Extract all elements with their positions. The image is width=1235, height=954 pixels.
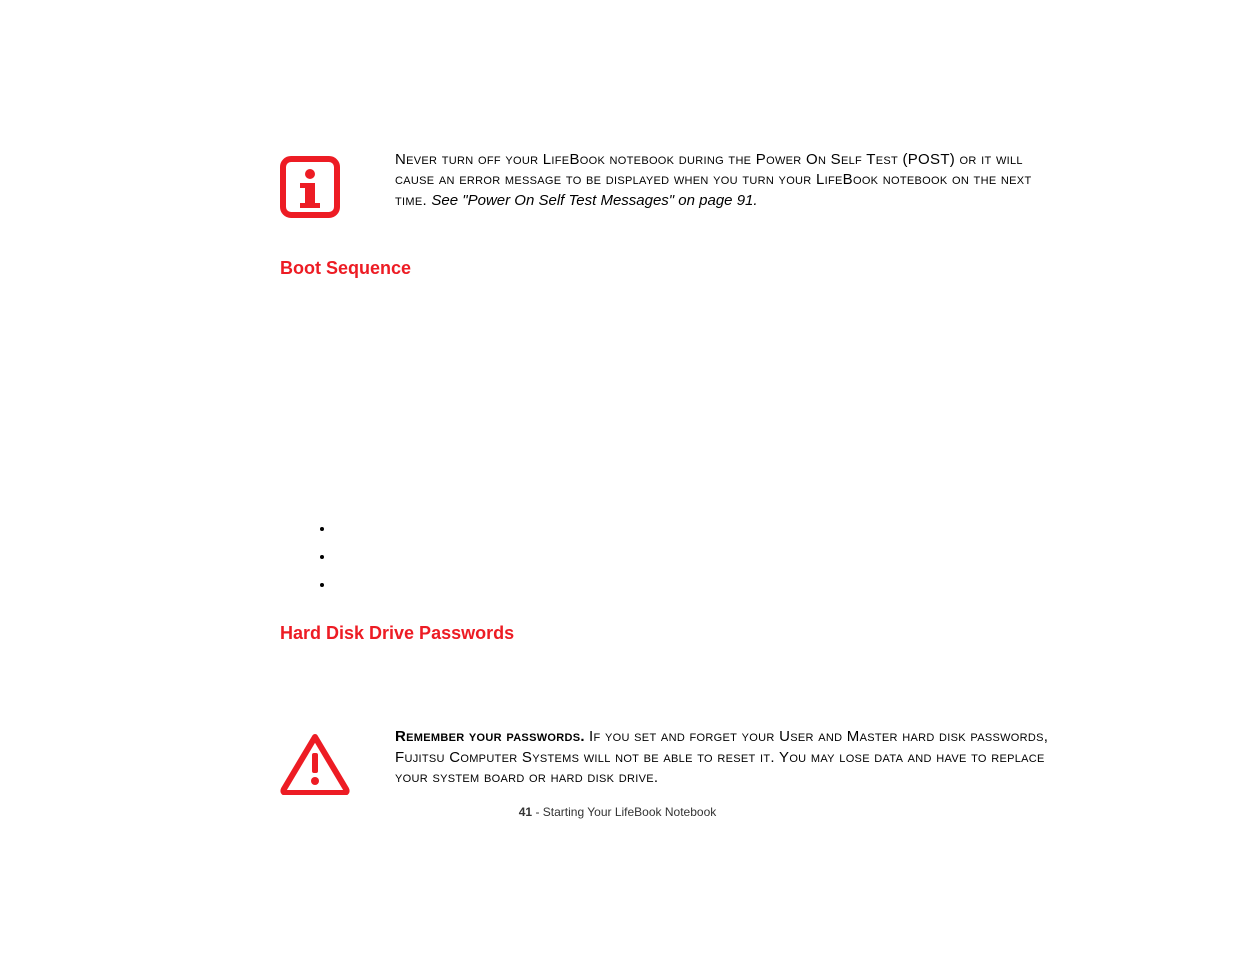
icon-column: [280, 727, 395, 795]
warning-text: Remember your passwords. If you set and …: [395, 727, 1060, 788]
info-icon: [280, 156, 340, 218]
footer-sep: -: [532, 805, 543, 819]
page-number: 41: [519, 805, 532, 819]
info-callout: Never turn off your LifeBook notebook du…: [280, 150, 1060, 218]
document-page: Never turn off your LifeBook notebook du…: [0, 0, 1235, 954]
info-text-xref: See "Power On Self Test Messages" on pag…: [431, 192, 757, 209]
footer-title: Starting Your LifeBook Notebook: [543, 805, 716, 819]
warning-icon: [280, 733, 350, 795]
boot-bullet-list: You turn on the power to your LifeBook n…: [280, 515, 1060, 598]
heading-hdd-passwords: Hard Disk Drive Passwords: [280, 623, 1060, 644]
icon-column: [280, 150, 395, 218]
list-item: The software initiates a system restart.…: [335, 571, 1060, 599]
warning-lead: Remember your passwords.: [395, 728, 585, 745]
boot-paragraph-1: The procedure for starting-up your noteb…: [280, 299, 1060, 457]
hdd-paragraph: To provide additional security for your …: [280, 664, 1060, 709]
list-item: You turn on the power to your LifeBook n…: [335, 515, 1060, 543]
list-item: You restart your notebook from the Windo…: [335, 543, 1060, 571]
heading-boot-sequence: Boot Sequence: [280, 258, 1060, 279]
info-text: Never turn off your LifeBook notebook du…: [395, 150, 1060, 211]
page-footer: 41 - Starting Your LifeBook Notebook: [0, 805, 1235, 819]
boot-paragraph-2: The boot sequence is executed when:: [280, 475, 1060, 498]
warning-callout: Remember your passwords. If you set and …: [280, 727, 1060, 795]
